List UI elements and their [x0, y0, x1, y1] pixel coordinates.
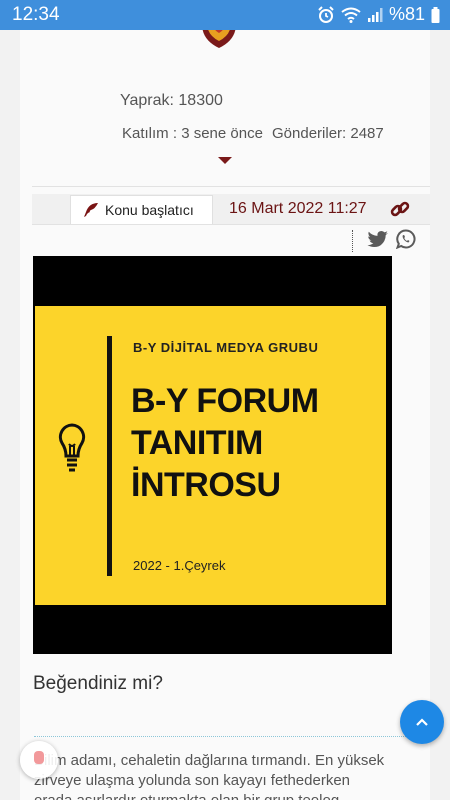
whatsapp-icon[interactable]	[396, 229, 416, 249]
post-container: Yaprak: 18300 Katılım : 3 sene önce Gönd…	[20, 30, 430, 800]
link-icon[interactable]	[390, 199, 410, 219]
joined-value: 3 sene önce	[181, 125, 263, 142]
thread-starter-badge: Konu başlatıcı	[70, 195, 213, 224]
chevron-up-icon	[416, 718, 428, 726]
status-bar: 12:34 %81	[0, 0, 450, 30]
image-title-line: TANITIM	[131, 424, 263, 462]
posts-label: Gönderiler:	[272, 125, 347, 142]
thread-starter-label: Konu başlatıcı	[105, 202, 194, 218]
image-subtitle: B-Y DİJİTAL MEDYA GRUBU	[133, 340, 319, 355]
image-title-line: İNTROSU	[131, 466, 281, 504]
divider	[32, 224, 430, 225]
intro-image-panel: B-Y DİJİTAL MEDYA GRUBU B-Y FORUM TANITI…	[35, 306, 386, 605]
image-title: B-Y FORUM TANITIM İNTROSU	[131, 380, 319, 506]
post-body-text: Bilim adamı, cehaletin dağlarına tırmand…	[34, 752, 385, 800]
user-posts-row: Gönderiler: 2487	[272, 125, 384, 142]
intro-image[interactable]: B-Y DİJİTAL MEDYA GRUBU B-Y FORUM TANITI…	[33, 256, 392, 654]
scroll-to-top-button[interactable]	[400, 700, 444, 744]
pages-label: Yaprak:	[120, 92, 174, 109]
alarm-icon	[318, 5, 334, 23]
image-vertical-bar	[107, 336, 112, 576]
status-time: 12:34	[12, 4, 60, 25]
battery-icon	[431, 6, 440, 23]
reaction-icon	[34, 751, 44, 764]
image-footer: 2022 - 1.Çeyrek	[133, 558, 226, 573]
joined-label: Katılım :	[122, 125, 178, 142]
feather-icon	[84, 203, 98, 217]
user-joined-row: Katılım : 3 sene önce	[122, 125, 263, 142]
share-divider	[352, 230, 353, 252]
signal-icon	[367, 7, 383, 22]
twitter-icon[interactable]	[367, 230, 389, 250]
posts-value: 2487	[350, 125, 384, 142]
expand-user-info-icon[interactable]	[218, 157, 232, 164]
user-pages-row: Yaprak: 18300	[120, 92, 223, 110]
wifi-icon	[341, 7, 361, 23]
battery-percent: %81	[388, 4, 425, 24]
lightbulb-icon	[58, 423, 86, 472]
like-prompt: Beğendiniz mi?	[33, 673, 163, 694]
divider	[32, 186, 430, 187]
post-date[interactable]: 16 Mart 2022 11:27	[229, 200, 367, 218]
pages-value: 18300	[178, 92, 223, 109]
post-header: Konu başlatıcı 16 Mart 2022 11:27	[32, 194, 430, 224]
status-icons: %81	[317, 4, 440, 25]
reaction-button[interactable]	[20, 741, 58, 779]
user-badge-icon	[202, 30, 236, 48]
image-title-line: B-Y FORUM	[131, 382, 319, 420]
dotted-divider	[34, 736, 430, 737]
